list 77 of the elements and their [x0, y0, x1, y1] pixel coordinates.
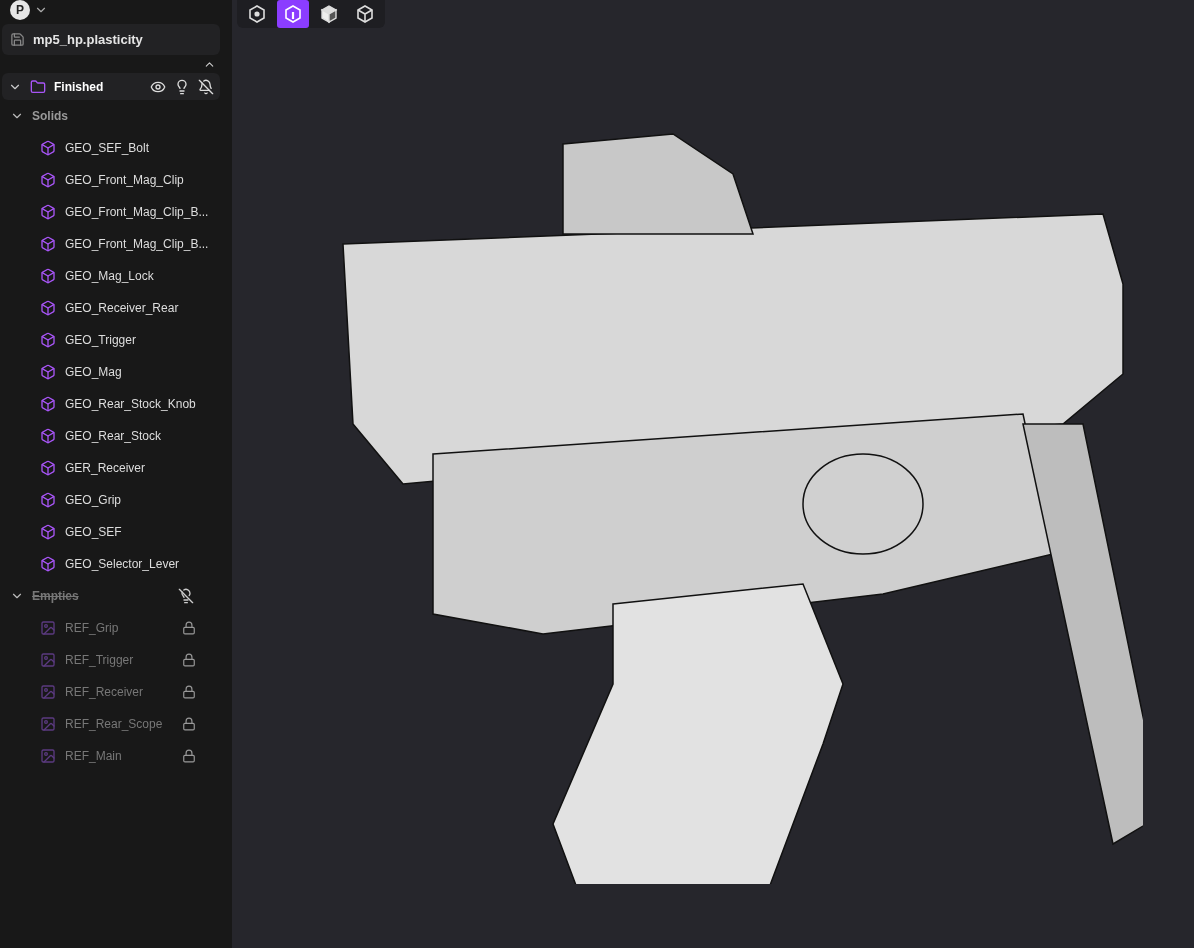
item-label: GEO_Trigger [65, 332, 137, 349]
cube-icon [40, 492, 56, 508]
lock-icon[interactable] [182, 717, 196, 731]
item-label: REF_Trigger [65, 652, 135, 669]
outliner-item[interactable]: GER_Receiver [2, 452, 230, 484]
item-label: GEO_Receiver_Rear [65, 300, 180, 317]
shaded-cube-icon [319, 4, 339, 24]
outliner-item[interactable]: GEO_Rear_Stock [2, 420, 230, 452]
outliner-item[interactable]: REF_Trigger [2, 644, 230, 676]
outliner-item[interactable]: REF_Rear_Scope [2, 708, 230, 740]
outliner-item[interactable]: GEO_Mag_Lock [2, 260, 230, 292]
outliner-item[interactable]: REF_Main [2, 740, 230, 772]
group-label[interactable]: Empties [32, 587, 174, 605]
cube-icon [40, 428, 56, 444]
item-label: GEO_Rear_Stock [65, 428, 163, 445]
image-icon [40, 748, 56, 764]
item-label: GEO_Mag_Lock [65, 268, 155, 285]
outliner-item[interactable]: GEO_Receiver_Rear [2, 292, 230, 324]
image-icon [40, 716, 56, 732]
cube-icon [40, 236, 56, 252]
item-label: GEO_SEF [65, 524, 123, 541]
outliner-item[interactable]: GEO_SEF [2, 516, 230, 548]
cube-icon [40, 172, 56, 188]
outliner-item[interactable]: GEO_Front_Mag_Clip_B... [2, 196, 230, 228]
image-icon [40, 620, 56, 636]
lightbulb-icon[interactable] [174, 78, 190, 95]
cube-icon [40, 300, 56, 316]
lock-icon[interactable] [182, 653, 196, 667]
item-label: GEO_Front_Mag_Clip [65, 172, 185, 189]
item-label: REF_Grip [65, 620, 120, 637]
edge-mode-icon [283, 4, 303, 24]
cube-icon [40, 140, 56, 156]
folder-icon [30, 78, 46, 95]
folder-row[interactable]: Finished [2, 73, 220, 100]
lock-icon[interactable] [182, 749, 196, 763]
account-avatar[interactable]: P [10, 0, 30, 20]
item-label: REF_Receiver [65, 684, 145, 701]
item-label: GEO_Selector_Lever [65, 556, 181, 573]
outliner-item[interactable]: REF_Receiver [2, 676, 230, 708]
cube-icon [40, 204, 56, 220]
item-label: GER_Receiver [65, 460, 147, 477]
lock-icon[interactable] [182, 621, 196, 635]
outliner-item[interactable]: GEO_Trigger [2, 324, 230, 356]
image-icon [40, 652, 56, 668]
outliner-item[interactable]: GEO_Rear_Stock_Knob [2, 388, 230, 420]
item-label: GEO_Front_Mag_Clip_B... [65, 236, 209, 253]
cube-icon [40, 396, 56, 412]
outliner-item[interactable]: GEO_Grip [2, 484, 230, 516]
cube-icon [40, 332, 56, 348]
item-label: GEO_Rear_Stock_Knob [65, 396, 196, 413]
item-label: REF_Rear_Scope [65, 716, 164, 733]
outliner-item[interactable]: GEO_Front_Mag_Clip_B... [2, 228, 230, 260]
save-icon[interactable] [10, 32, 25, 47]
outliner-item[interactable]: REF_Grip [2, 612, 230, 644]
bell-off-icon[interactable] [198, 78, 214, 95]
lock-icon[interactable] [182, 685, 196, 699]
item-label: GEO_Mag [65, 364, 123, 381]
outliner-item[interactable]: GEO_SEF_Bolt [2, 132, 230, 164]
cube-icon [40, 524, 56, 540]
file-name: mp5_hp.plasticity [33, 30, 143, 49]
item-label: GEO_Grip [65, 492, 122, 509]
item-label: GEO_SEF_Bolt [65, 140, 151, 157]
image-icon [40, 684, 56, 700]
lightbulb-off-icon[interactable] [178, 588, 194, 604]
outliner-item[interactable]: GEO_Mag [2, 356, 230, 388]
cube-icon [40, 268, 56, 284]
cube-icon [40, 364, 56, 380]
cube-icon [355, 4, 375, 24]
cube-icon [40, 460, 56, 476]
group-label[interactable]: Solids [32, 107, 222, 125]
item-label: REF_Main [65, 748, 123, 765]
item-label: GEO_Front_Mag_Clip_B... [65, 204, 209, 221]
outliner-item[interactable]: GEO_Front_Mag_Clip [2, 164, 230, 196]
outliner-item[interactable]: GEO_Selector_Lever [2, 548, 230, 580]
cube-icon [40, 556, 56, 572]
folder-label: Finished [54, 78, 105, 96]
vertex-mode-icon [247, 4, 267, 24]
